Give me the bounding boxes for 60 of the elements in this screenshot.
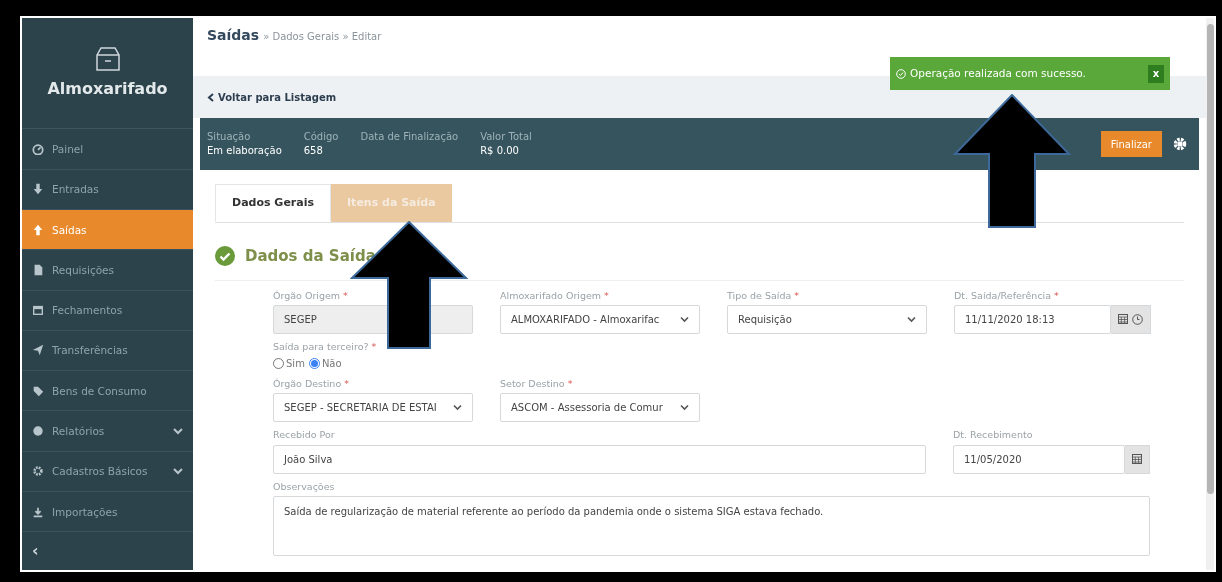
field-label: Órgão Destino * bbox=[273, 377, 350, 391]
summary-value: R$ 0.00 bbox=[480, 144, 520, 158]
field-label: Órgão Origem * bbox=[273, 288, 349, 303]
summary-label: Situação bbox=[207, 130, 252, 144]
date-field[interactable]: 11/11/2020 18:13 bbox=[954, 304, 1111, 334]
document-icon bbox=[32, 263, 44, 276]
select-field[interactable]: SEGEP - SECRETARIA DE ESTAI bbox=[273, 393, 473, 423]
tab[interactable]: Dados Gerais bbox=[215, 184, 332, 222]
pie-chart-icon bbox=[32, 425, 44, 437]
field-label: Dt. Recebimento bbox=[953, 428, 1034, 443]
scrollbar[interactable] bbox=[1206, 18, 1214, 570]
field-label: Setor Destino * bbox=[500, 377, 574, 391]
send-icon bbox=[32, 344, 44, 357]
field-label: Dt. Saída/Referência * bbox=[954, 288, 1060, 303]
breadcrumb: » Dados Gerais » Editar bbox=[263, 30, 382, 44]
field-label: Tipo de Saída * bbox=[727, 288, 801, 303]
field-label: Observações bbox=[273, 479, 336, 494]
chevron-down-icon bbox=[680, 404, 689, 412]
close-button[interactable]: x bbox=[1148, 64, 1164, 83]
gear-icon bbox=[32, 465, 44, 478]
arrow-down-icon bbox=[32, 183, 44, 196]
select-field[interactable]: Requisição bbox=[727, 304, 927, 334]
text-area[interactable]: Saída de regularização de material referente ao período da pandemia onde o sistema SIGA estava fechado. bbox=[273, 495, 1150, 556]
summary-label: Data de Finalização bbox=[360, 130, 459, 144]
select-field[interactable]: ALMOXARIFADO - Almoxarifac bbox=[500, 304, 700, 334]
chevron-down-icon bbox=[907, 315, 916, 323]
clock-icon[interactable] bbox=[1132, 313, 1143, 325]
field-label: Saída para terceiro? * bbox=[273, 339, 377, 354]
calendar-icon[interactable] bbox=[1132, 454, 1142, 464]
chevron-down-icon bbox=[680, 315, 689, 323]
input-field[interactable]: João Silva bbox=[273, 444, 926, 474]
settings-icon[interactable] bbox=[1172, 136, 1188, 152]
summary-label: Valor Total bbox=[480, 130, 532, 144]
sidebar-item[interactable]: Saídas bbox=[22, 209, 193, 251]
calendar-icon[interactable] bbox=[1118, 314, 1128, 325]
summary-value: Em elaboração bbox=[207, 144, 282, 158]
radio-label: Não bbox=[321, 357, 342, 371]
finalize-button[interactable]: Finalizar bbox=[1100, 131, 1162, 157]
chevron-down-icon bbox=[453, 404, 462, 412]
select-field[interactable]: ASCOM - Assessoria de Comur bbox=[500, 393, 700, 423]
date-field[interactable]: 11/05/2020 bbox=[953, 444, 1125, 474]
collapse-button[interactable]: ‹ bbox=[22, 532, 193, 570]
page-title: Saídas bbox=[207, 26, 260, 45]
check-circle-icon bbox=[896, 68, 906, 79]
import-icon bbox=[32, 505, 44, 518]
app-title: Almoxarifado bbox=[47, 78, 168, 101]
check-circle-icon bbox=[215, 246, 235, 267]
toast-message: Operação realizada com sucesso. bbox=[910, 65, 1087, 81]
field-label: Almoxarifado Origem * bbox=[500, 288, 610, 303]
back-link[interactable]: Voltar para Listagem bbox=[207, 89, 337, 105]
gauge-icon bbox=[32, 143, 44, 156]
archive-box-icon bbox=[93, 45, 122, 74]
field-label: Recebido Por bbox=[273, 428, 336, 443]
calendar-icon bbox=[32, 304, 44, 317]
summary-value: 658 bbox=[303, 144, 324, 158]
arrow-up-icon bbox=[32, 223, 44, 236]
chevron-left-icon bbox=[207, 92, 214, 102]
tag-icon bbox=[32, 384, 44, 397]
radio-label: Sim bbox=[286, 357, 305, 371]
summary-label: Código bbox=[303, 130, 339, 144]
